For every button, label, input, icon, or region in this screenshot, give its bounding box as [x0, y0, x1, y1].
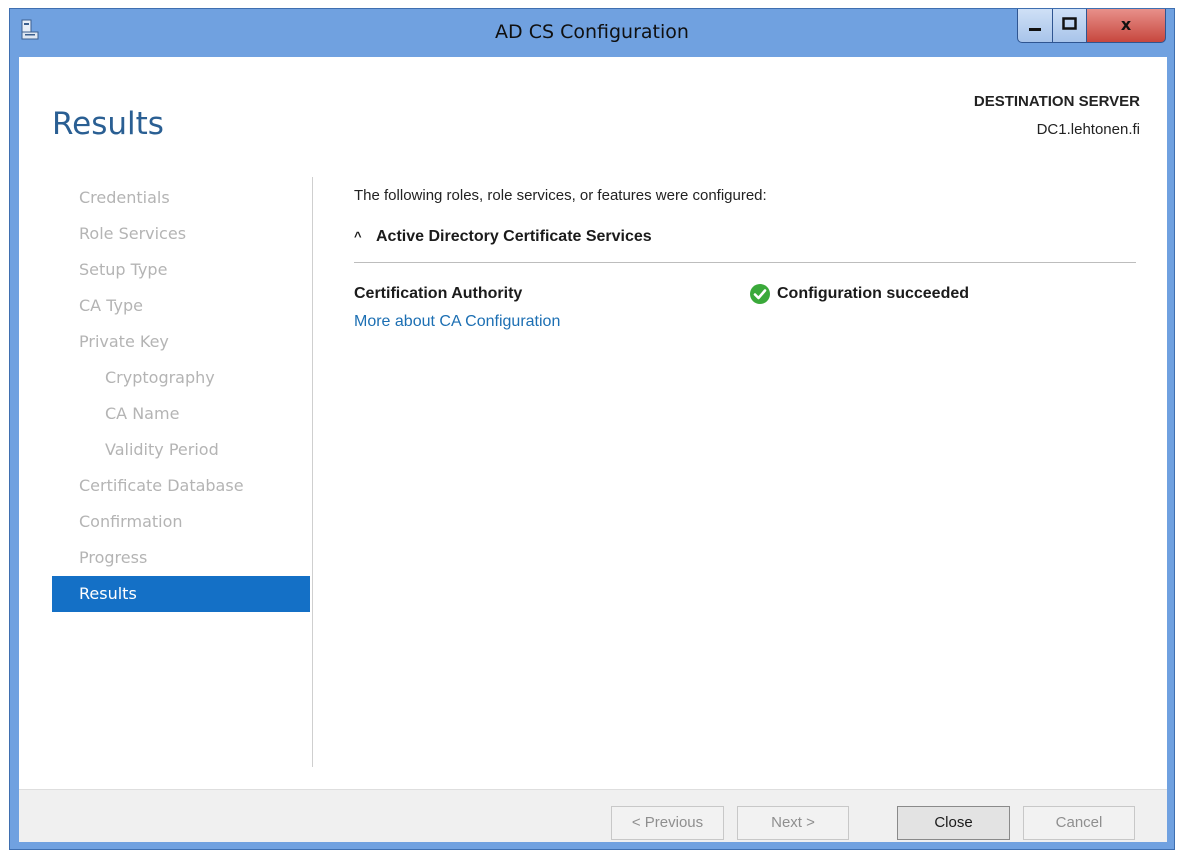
section-divider: [354, 262, 1136, 263]
window-title: AD CS Configuration: [495, 21, 689, 43]
maximize-button[interactable]: [1053, 9, 1087, 43]
minimize-button[interactable]: [1017, 9, 1053, 43]
role-service-name: Certification Authority: [354, 285, 523, 302]
results-intro: The following roles, role services, or f…: [354, 187, 767, 204]
nav-item-results[interactable]: Results: [52, 576, 310, 612]
collapse-caret-icon[interactable]: ^: [354, 229, 376, 244]
nav-item-credentials: Credentials: [79, 188, 170, 207]
nav-item-validity-period: Validity Period: [105, 440, 219, 459]
title-bar[interactable]: AD CS Configuration x: [10, 9, 1174, 57]
more-about-ca-link[interactable]: More about CA Configuration: [354, 313, 560, 331]
nav-item-progress: Progress: [79, 548, 148, 567]
check-circle-icon: [749, 283, 771, 305]
cancel-button[interactable]: Cancel: [1023, 806, 1135, 840]
nav-item-certificate-database: Certificate Database: [79, 476, 244, 495]
nav-item-private-key: Private Key: [79, 332, 169, 351]
nav-item-role-services: Role Services: [79, 224, 187, 243]
status-text: Configuration succeeded: [777, 285, 970, 303]
status-badge: Configuration succeeded: [749, 283, 969, 305]
page-title: Results: [52, 106, 164, 142]
close-icon: x: [1120, 15, 1132, 34]
nav-item-setup-type: Setup Type: [79, 260, 168, 279]
close-window-button[interactable]: x: [1087, 9, 1166, 43]
nav-divider: [312, 177, 313, 767]
section-title: Active Directory Certificate Services: [376, 228, 652, 245]
destination-server-label: DESTINATION SERVER: [973, 93, 1140, 110]
nav-item-ca-type: CA Type: [79, 296, 143, 315]
next-button[interactable]: Next >: [737, 806, 849, 840]
nav-item-confirmation: Confirmation: [79, 512, 183, 531]
nav-item-cryptography: Cryptography: [105, 368, 215, 387]
wizard-nav: Credentials Role Services Setup Type CA …: [52, 180, 310, 612]
close-button[interactable]: Close: [897, 806, 1010, 840]
button-bar: < Previous Next > Close Cancel: [19, 789, 1167, 842]
app-window: AD CS Configuration x Results DESTINATIO…: [9, 8, 1175, 850]
section-header[interactable]: ^ Active Directory Certificate Services: [354, 228, 652, 246]
previous-button[interactable]: < Previous: [611, 806, 724, 840]
wizard-body: Results DESTINATION SERVER DC1.lehtonen.…: [19, 57, 1167, 842]
destination-server-name: DC1.lehtonen.fi: [1036, 121, 1140, 138]
nav-item-ca-name: CA Name: [105, 404, 180, 423]
